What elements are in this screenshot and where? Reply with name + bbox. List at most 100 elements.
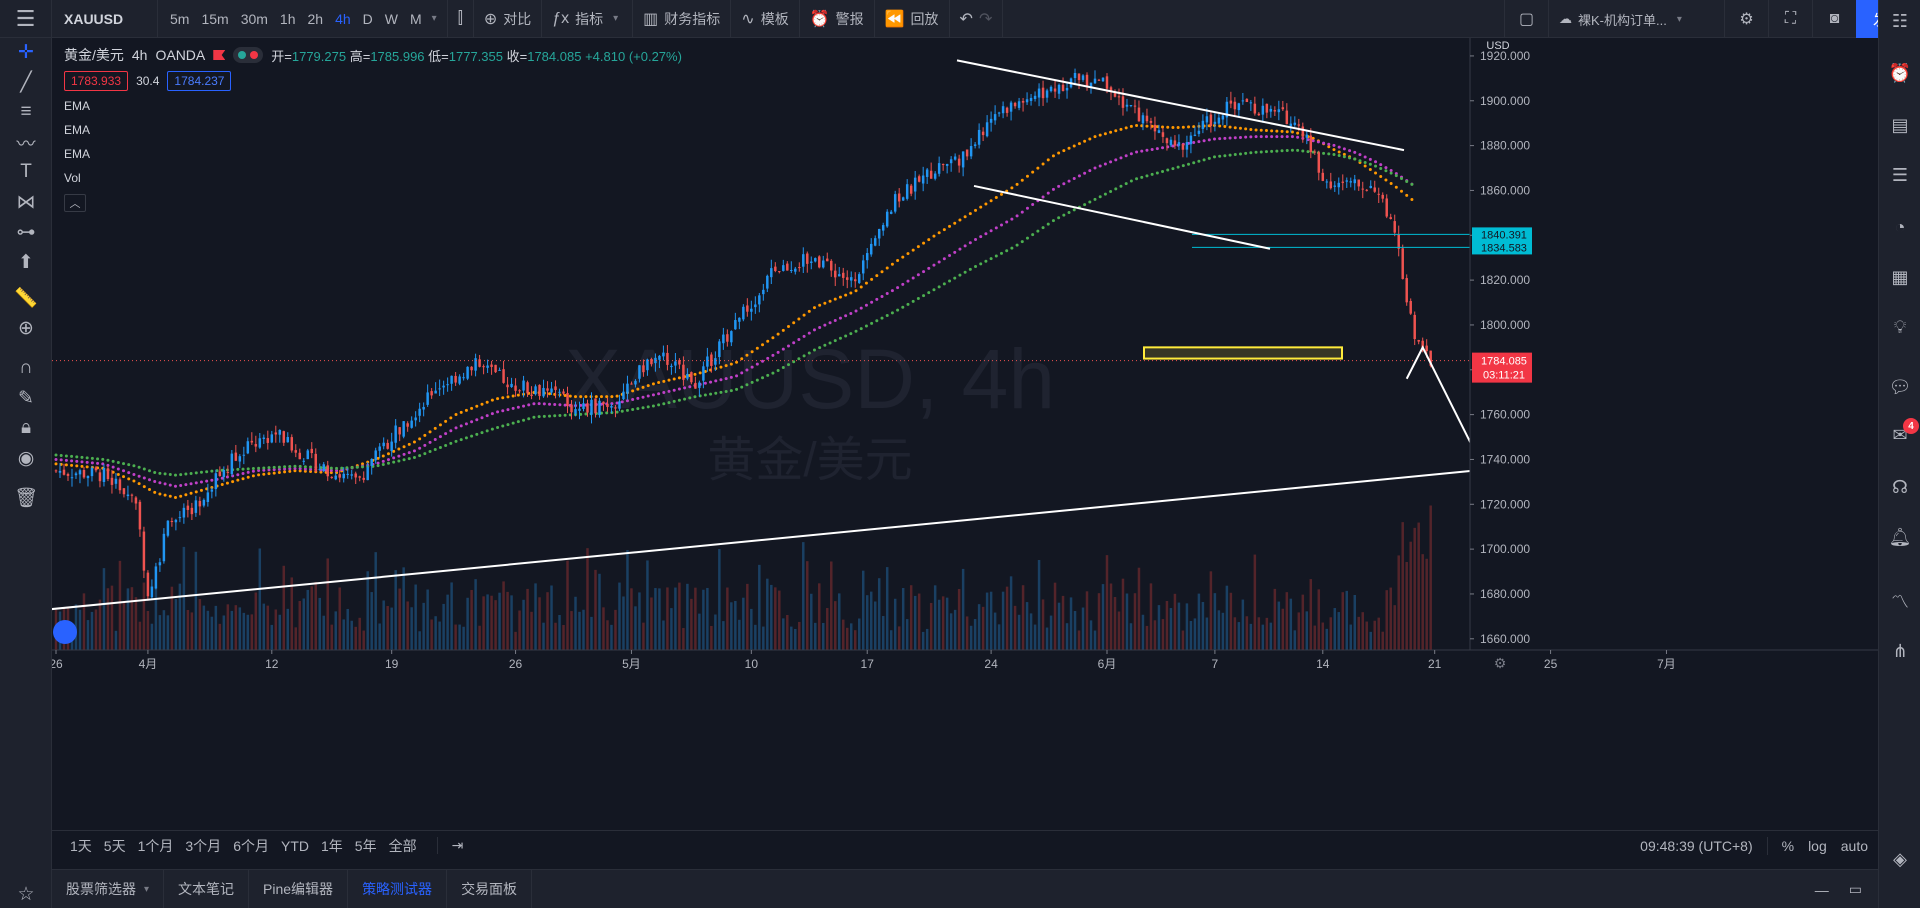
ema-dot — [298, 464, 302, 468]
ema-dot — [1046, 158, 1050, 162]
screener-icon[interactable]: 〽 — [1879, 586, 1920, 616]
financials-button[interactable]: ▥ 财务指标 — [633, 0, 732, 38]
layout-selector[interactable]: ☁ 裸K-机构订单... ▾ — [1548, 0, 1724, 38]
interval-15m[interactable]: 15m — [195, 11, 234, 27]
ema-dot — [584, 395, 588, 399]
ruler-icon[interactable]: 📏 — [0, 284, 52, 312]
ideas-lightbulb-icon[interactable]: 💡︎ — [1879, 312, 1920, 342]
range-1m[interactable]: 1个月 — [132, 836, 180, 856]
calendar-icon[interactable]: ▦ — [1879, 262, 1920, 292]
menu-icon[interactable]: ☰ — [0, 0, 52, 38]
chevron-down-icon[interactable]: ▾ — [144, 884, 149, 895]
settings-gear-icon[interactable]: ⚙ — [1724, 0, 1768, 38]
range-1d[interactable]: 1天 — [64, 836, 98, 856]
layers-icon[interactable]: ◈ — [1879, 844, 1920, 874]
chart-type-button[interactable]: ⫿ — [448, 0, 474, 38]
buy-price-button[interactable]: 1784.237 — [167, 71, 232, 91]
trash-icon[interactable]: 🗑︎ — [0, 484, 52, 512]
range-all[interactable]: 全部 — [383, 836, 423, 856]
range-5y[interactable]: 5年 — [349, 836, 383, 856]
indicator-ema-2[interactable]: EMA — [64, 118, 682, 142]
tab-stock-screener[interactable]: 股票筛选器 ▾ — [52, 869, 165, 908]
forecast-icon[interactable]: ⊶ — [0, 218, 52, 246]
pattern-icon[interactable]: 〰 — [0, 128, 52, 156]
range-3m[interactable]: 3个月 — [179, 836, 227, 856]
compare-button[interactable]: ⊕ 对比 — [474, 0, 543, 38]
tab-strategy-tester[interactable]: 策略测试器 — [348, 869, 448, 908]
indicator-ema-3[interactable]: EMA — [64, 142, 682, 166]
sell-price-button[interactable]: 1783.933 — [64, 71, 129, 91]
log-scale-toggle[interactable]: log — [1808, 838, 1827, 854]
range-ytd[interactable]: YTD — [275, 838, 315, 854]
legend-symbol-name[interactable]: 黄金/美元 — [64, 45, 124, 65]
go-to-date-icon[interactable]: ⇥ — [436, 837, 470, 854]
ema-dot — [522, 404, 526, 408]
templates-button[interactable]: ∿ 模板 — [731, 0, 800, 38]
alert-button[interactable]: ⏰ 警报 — [800, 0, 875, 38]
ema-dot — [984, 259, 988, 263]
interval-2h[interactable]: 2h — [302, 11, 330, 27]
interval-30m[interactable]: 30m — [235, 11, 274, 27]
undo-icon[interactable]: ↶ — [960, 9, 973, 29]
indicator-vol[interactable]: Vol — [64, 166, 682, 190]
maximize-icon[interactable]: ▭ — [1849, 881, 1862, 898]
ema-dot — [885, 314, 889, 318]
calendar-list-icon[interactable]: ☰ — [1879, 160, 1920, 190]
star-icon[interactable]: ☆ — [0, 880, 52, 908]
data-window-icon[interactable]: ◔ — [1879, 212, 1920, 242]
camera-icon[interactable]: ◙ — [1812, 0, 1856, 38]
fullscreen-frame-icon[interactable]: ▢ — [1504, 0, 1548, 38]
volume-bar — [734, 600, 737, 650]
lock-icon[interactable]: 🔒︎ — [0, 414, 52, 442]
order-panel-icon[interactable]: ⋔ — [1879, 636, 1920, 666]
zoom-in-icon[interactable]: ⊕ — [0, 314, 52, 342]
tab-text-notes[interactable]: 文本笔记 — [164, 869, 250, 908]
tab-trading-panel[interactable]: 交易面板 — [447, 869, 533, 908]
replay-button[interactable]: ⏪ 回放 — [875, 0, 950, 38]
interval-d[interactable]: D — [357, 11, 379, 27]
symbol-search-button[interactable]: XAUUSD — [52, 0, 158, 38]
range-1y[interactable]: 1年 — [315, 836, 349, 856]
watchlist-icon[interactable]: ☷ — [1879, 6, 1920, 36]
arrow-up-icon[interactable]: ⬆ — [0, 248, 52, 276]
interval-5m[interactable]: 5m — [164, 11, 195, 27]
volume-bar — [530, 611, 533, 650]
news-icon[interactable]: ▤ — [1879, 110, 1920, 140]
crosshair-icon[interactable]: ✛ — [0, 38, 52, 66]
notifications-bell-icon[interactable]: 🔔︎ — [1879, 522, 1920, 552]
interval-w[interactable]: W — [379, 11, 404, 27]
stay-in-drawing-mode-icon[interactable]: ✎ — [0, 384, 52, 412]
redo-icon[interactable]: ↷ — [979, 9, 992, 29]
minimize-icon[interactable]: — — [1815, 882, 1829, 898]
interval-m[interactable]: M — [404, 11, 428, 27]
percent-scale-toggle[interactable]: % — [1782, 838, 1794, 854]
collapse-legend-chevron-up-icon[interactable]: ︿ — [64, 194, 86, 212]
eye-icon[interactable]: ◉ — [0, 444, 52, 472]
flag-icon[interactable] — [213, 50, 226, 60]
interval-4h[interactable]: 4h — [329, 11, 357, 27]
volume-bar — [1397, 555, 1400, 650]
magnet-icon[interactable]: ∩ — [0, 354, 52, 382]
chat-icon[interactable]: 💬︎ — [1879, 372, 1920, 402]
range-6m[interactable]: 6个月 — [227, 836, 275, 856]
horizontal-lines-icon[interactable]: ≡ — [0, 98, 52, 126]
volume-bar — [698, 613, 701, 650]
range-5d[interactable]: 5天 — [98, 836, 132, 856]
auto-scale-toggle[interactable]: auto — [1841, 838, 1868, 854]
fullscreen-icon[interactable]: ⛶ — [1768, 0, 1812, 38]
chevron-down-icon[interactable]: ▾ — [428, 13, 441, 24]
indicator-ema-1[interactable]: EMA — [64, 94, 682, 118]
streams-icon[interactable]: ☊ — [1879, 472, 1920, 502]
tab-pine-editor[interactable]: Pine编辑器 — [249, 869, 349, 908]
ema-dot — [864, 303, 868, 307]
indicators-button[interactable]: ƒx 指标 ▾ — [542, 0, 634, 38]
text-tool-icon[interactable]: T — [0, 158, 52, 186]
trend-line-icon[interactable]: ╱ — [0, 68, 52, 96]
xabcd-pattern-icon[interactable]: ⋈ — [0, 188, 52, 216]
interval-1h[interactable]: 1h — [274, 11, 302, 27]
clock-time[interactable]: 09:48:39 (UTC+8) — [1640, 838, 1752, 854]
ema-dot — [1296, 131, 1300, 135]
ema-dot — [163, 493, 167, 497]
alarm-clock-icon[interactable]: ⏰ — [1879, 58, 1920, 88]
market-status-pill[interactable] — [233, 47, 264, 63]
